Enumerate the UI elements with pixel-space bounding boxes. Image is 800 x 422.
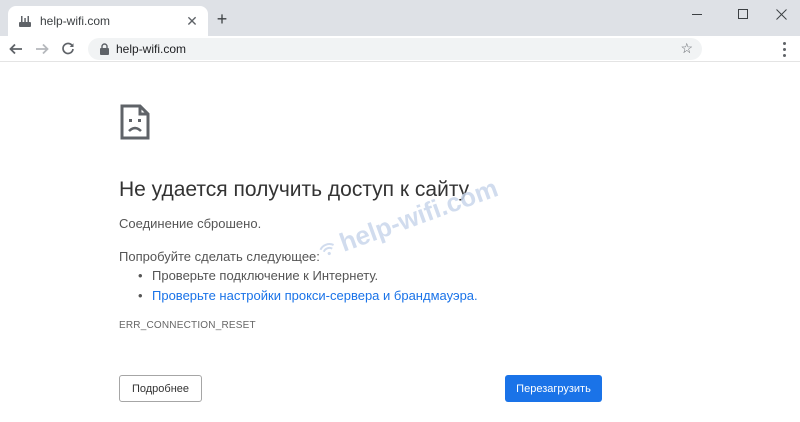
details-button[interactable]: Подробнее: [119, 375, 202, 402]
arrow-right-icon: [36, 43, 49, 55]
suggestions-title: Попробуйте сделать следующее:: [119, 249, 320, 264]
window-close-button[interactable]: [758, 0, 800, 28]
wifi-icon: [319, 242, 334, 255]
toolbar: help-wifi.com ☆: [0, 36, 800, 62]
address-bar[interactable]: help-wifi.com ☆: [88, 38, 702, 60]
sad-page-icon: [120, 104, 150, 140]
forward-button[interactable]: [33, 40, 51, 58]
tab-title: help-wifi.com: [40, 14, 111, 28]
router-icon: [19, 16, 31, 27]
window-close-icon: [775, 8, 787, 20]
close-icon[interactable]: ✕: [184, 13, 200, 29]
arrow-left-icon: [9, 43, 22, 55]
url-text[interactable]: help-wifi.com: [116, 42, 186, 56]
lock-icon: [100, 43, 109, 55]
reload-button[interactable]: [59, 40, 77, 58]
back-button[interactable]: [7, 40, 25, 58]
error-heading: Не удается получить доступ к сайту: [119, 178, 470, 201]
reload-icon: [62, 42, 74, 55]
suggestion-check-connection: Проверьте подключение к Интернету.: [138, 266, 478, 286]
star-icon[interactable]: ☆: [680, 40, 693, 57]
maximize-icon: [738, 9, 748, 19]
minimize-icon: [692, 13, 702, 15]
plus-icon[interactable]: +: [212, 9, 232, 29]
error-description: Соединение сброшено.: [119, 216, 262, 231]
kebab-menu-icon[interactable]: [776, 40, 792, 58]
reload-page-button[interactable]: Перезагрузить: [505, 375, 602, 402]
suggestion-proxy-firewall-link[interactable]: Проверьте настройки прокси-сервера и бра…: [138, 286, 478, 306]
suggestions-list: Проверьте подключение к Интернету. Прове…: [138, 266, 478, 306]
title-bar: help-wifi.com ✕ +: [0, 0, 800, 36]
error-code: ERR_CONNECTION_RESET: [119, 320, 256, 331]
minimize-button[interactable]: [674, 0, 720, 28]
browser-tab[interactable]: help-wifi.com ✕: [8, 6, 208, 36]
